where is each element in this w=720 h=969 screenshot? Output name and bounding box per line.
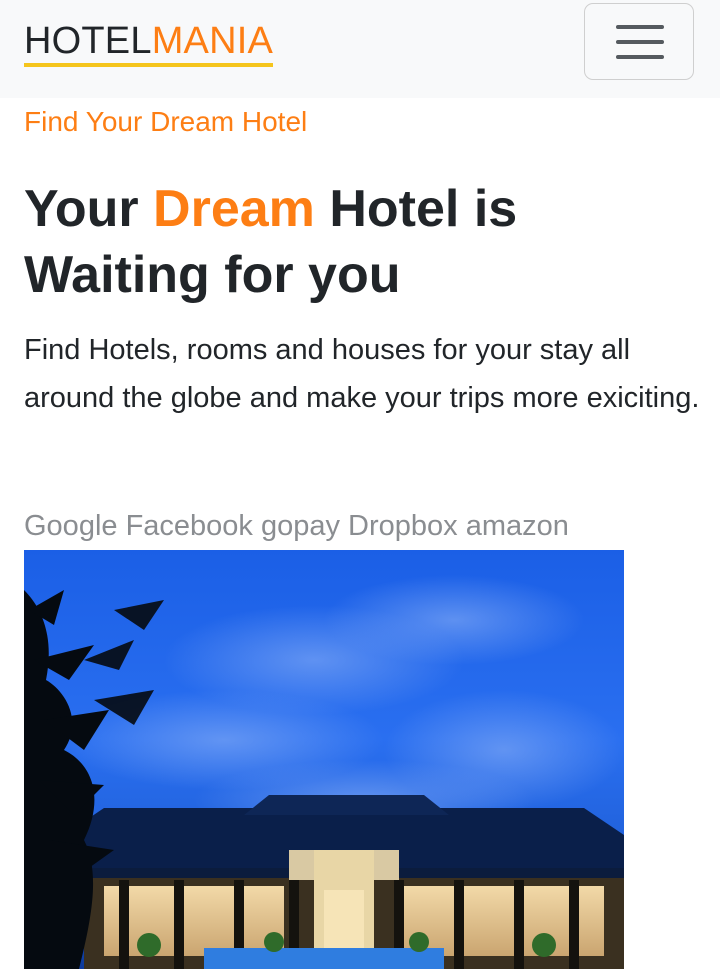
- brand-text-hotel: HOTEL: [24, 20, 152, 62]
- brand-logo-link[interactable]: HOTELMANIA: [24, 19, 274, 67]
- hero-headline: Your Dream Hotel is Waiting for you: [24, 176, 684, 308]
- headline-accent-word: Dream: [153, 180, 315, 238]
- partner-logos-row: Google Facebook gopay Dropbox amazon: [24, 510, 569, 542]
- brand-text-mania: MANIA: [151, 20, 274, 62]
- navbar-toggler-button[interactable]: [584, 3, 694, 80]
- hero-eyebrow: Find Your Dream Hotel: [24, 106, 308, 137]
- hero-lead-paragraph: Find Hotels, rooms and houses for your s…: [24, 334, 700, 414]
- navbar: HOTELMANIA: [0, 0, 720, 98]
- headline-text-start: Your: [24, 180, 154, 238]
- hero-hotel-image: [24, 550, 624, 969]
